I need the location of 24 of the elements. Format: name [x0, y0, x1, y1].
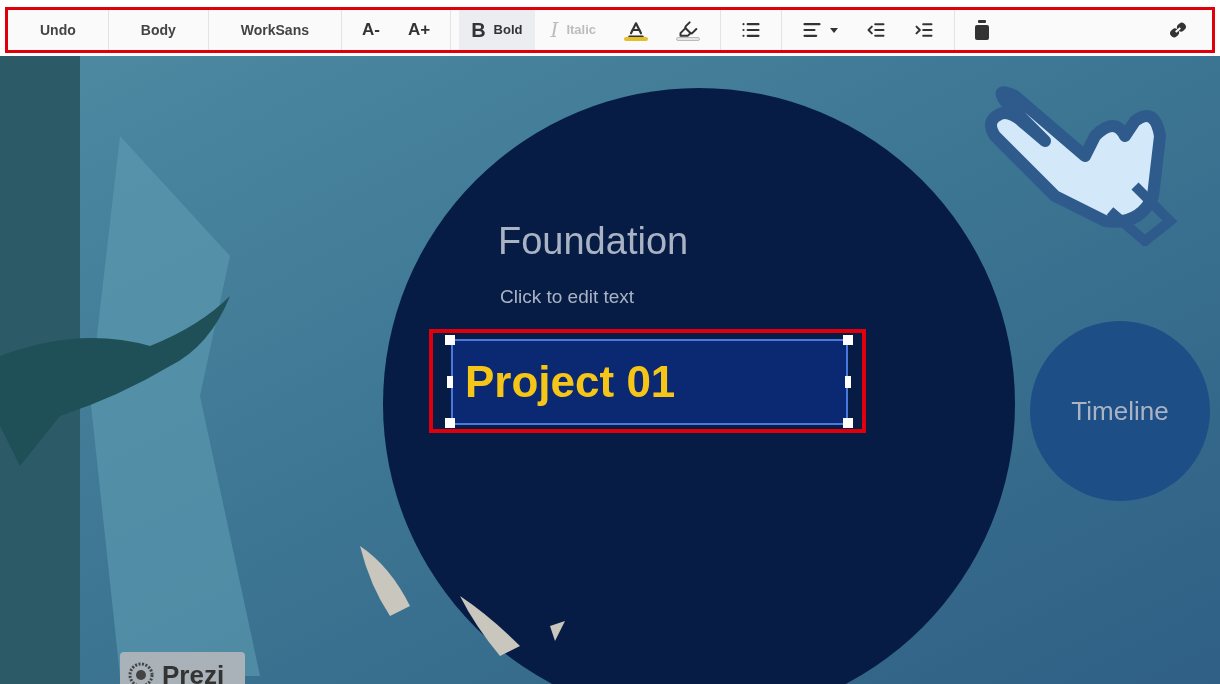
resize-handle[interactable]: [445, 418, 455, 428]
text-color-icon: [624, 19, 649, 41]
list-icon: [741, 20, 762, 40]
resize-handle[interactable]: [843, 418, 853, 428]
highlighter-icon: [676, 19, 701, 41]
slide-title: Foundation: [498, 219, 689, 264]
indent-icon: [914, 20, 935, 40]
resize-handle[interactable]: [447, 376, 453, 388]
toolbar-button[interactable]: WorkSans: [216, 10, 333, 50]
slide-subtitle: Click to edit text: [500, 285, 635, 309]
outdent-icon: [866, 20, 887, 40]
font-size-button[interactable]: A-: [350, 10, 392, 50]
align-left-icon: [802, 20, 839, 40]
text-box[interactable]: Project 01: [451, 339, 848, 425]
font-size-button[interactable]: A+: [395, 10, 443, 50]
resize-handle[interactable]: [845, 376, 851, 388]
text-style-toggle[interactable]: B Bold: [459, 10, 535, 50]
resize-handle[interactable]: [843, 335, 853, 345]
toolbar-button[interactable]: Undo: [16, 10, 100, 50]
link-icon: [1168, 20, 1188, 40]
logo-icon: [128, 662, 154, 684]
toolbar-button[interactable]: Body: [116, 10, 200, 50]
logo-text: Prezi: [162, 662, 225, 684]
resize-handle[interactable]: [445, 335, 455, 345]
